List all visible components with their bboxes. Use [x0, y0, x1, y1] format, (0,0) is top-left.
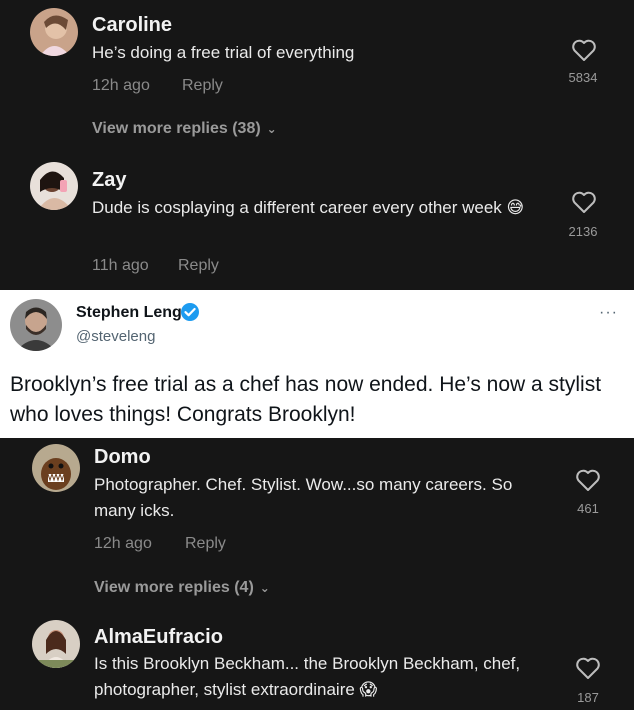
comment-username[interactable]: Caroline [92, 14, 172, 37]
embedded-tweet[interactable]: Stephen Leng @steveleng ··· Brooklyn’s f… [0, 290, 634, 438]
avatar[interactable] [32, 444, 80, 492]
comment-item: AlmaEufracio Is this Brooklyn Beckham...… [0, 618, 634, 710]
avatar[interactable] [30, 8, 78, 56]
heart-icon[interactable] [575, 468, 601, 492]
heart-icon[interactable] [571, 38, 597, 62]
view-more-replies[interactable]: View more replies (38) ⌄ [92, 120, 277, 138]
chevron-down-icon: ⌄ [266, 122, 277, 136]
reply-button[interactable]: Reply [185, 535, 226, 553]
verified-badge-icon [181, 303, 199, 321]
comment-text: Dude is cosplaying a different career ev… [92, 198, 525, 217]
like-count: 5834 [568, 70, 598, 85]
heart-icon[interactable] [575, 656, 601, 680]
reply-button[interactable]: Reply [178, 257, 219, 275]
view-more-replies[interactable]: View more replies (4) ⌄ [94, 579, 270, 597]
chevron-down-icon: ⌄ [259, 581, 270, 595]
more-options-icon[interactable]: ··· [599, 304, 618, 322]
comment-username[interactable]: AlmaEufracio [94, 626, 223, 649]
tweet-avatar[interactable] [10, 299, 62, 351]
like-count: 461 [577, 501, 599, 516]
tweet-author-name[interactable]: Stephen Leng [76, 304, 182, 322]
comment-text: Is this Brooklyn Beckham... the Brooklyn… [94, 654, 521, 699]
like-count: 2136 [568, 224, 598, 239]
heart-icon[interactable] [571, 190, 597, 214]
comment-item: Caroline He’s doing a free trial of ever… [0, 0, 634, 115]
comment-text: Photographer. Chef. Stylist. Wow...so ma… [94, 475, 513, 520]
like-count: 187 [577, 690, 599, 705]
comment-text: He’s doing a free trial of everything [92, 43, 355, 62]
avatar[interactable] [32, 620, 80, 668]
comment-username[interactable]: Domo [94, 446, 151, 469]
comment-timestamp: 12h ago [92, 77, 150, 94]
view-more-label: View more replies (38) [92, 120, 261, 137]
comments-section-top: Caroline He’s doing a free trial of ever… [0, 0, 634, 290]
comment-timestamp: 12h ago [94, 535, 152, 552]
tweet-author-handle[interactable]: @steveleng [76, 328, 155, 345]
comment-username[interactable]: Zay [92, 169, 126, 192]
comment-item: Domo Photographer. Chef. Stylist. Wow...… [0, 438, 634, 568]
comment-item: Zay Dude is cosplaying a different caree… [0, 160, 634, 290]
reply-button[interactable]: Reply [182, 77, 223, 95]
view-more-label: View more replies (4) [94, 579, 254, 596]
comment-timestamp: 11h ago [92, 257, 149, 274]
avatar[interactable] [30, 162, 78, 210]
tweet-text: Brooklyn’s free trial as a chef has now … [10, 373, 602, 426]
comments-section-bottom: Domo Photographer. Chef. Stylist. Wow...… [0, 438, 634, 710]
